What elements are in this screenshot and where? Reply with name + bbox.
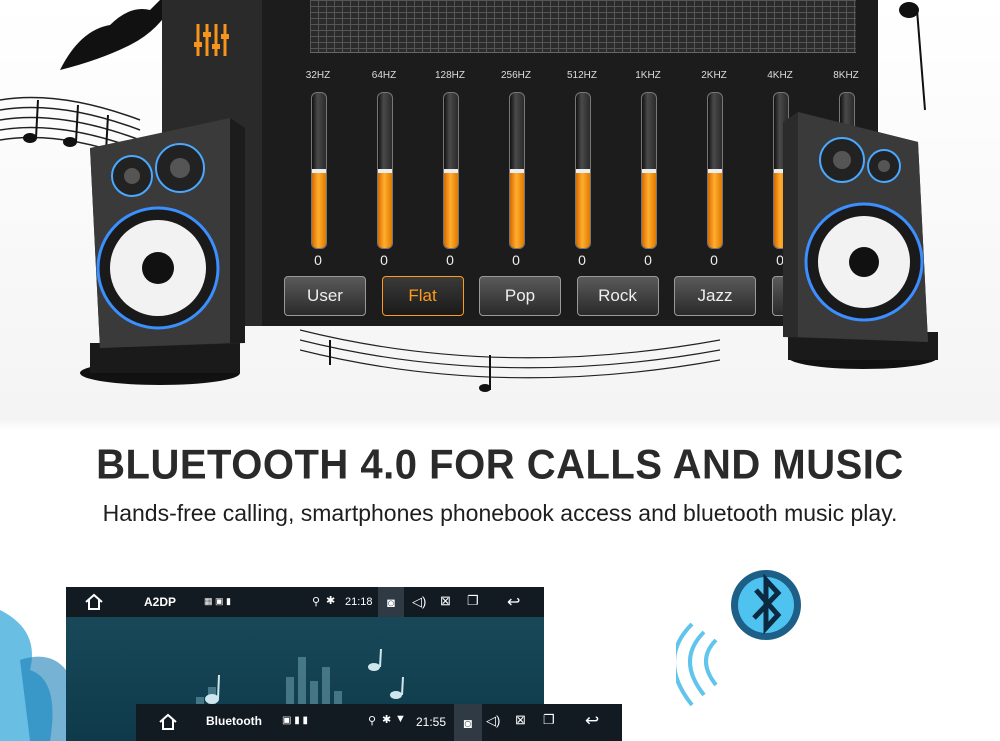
eq-band[interactable]: 128HZ 0 <box>420 70 480 270</box>
eq-band-frequency-label: 512HZ <box>566 70 597 81</box>
volume-icon[interactable]: ◁) <box>412 594 426 610</box>
eq-band-knob[interactable] <box>642 168 656 173</box>
eq-band-slider[interactable] <box>443 92 459 249</box>
eq-band-value: 0 <box>578 252 586 268</box>
eq-band-knob[interactable] <box>708 168 722 173</box>
eq-band[interactable]: 256HZ 0 <box>486 70 546 270</box>
eq-band-frequency-label: 256HZ <box>500 70 531 81</box>
eq-band[interactable]: 64HZ 0 <box>354 70 414 270</box>
eq-band-value: 0 <box>644 252 652 268</box>
home-icon[interactable] <box>158 713 178 731</box>
eq-band-frequency-label: 32HZ <box>305 70 331 81</box>
eq-band-frequency-label: 64HZ <box>371 70 397 81</box>
eq-band-fill <box>708 170 722 248</box>
status-bar: Bluetooth ▣ ▮ ▮ ⚲ ✱ ▼ 21:55 ◙ ◁) ⊠ ❐ ↩ <box>136 704 622 741</box>
eq-band-value: 0 <box>512 252 520 268</box>
screen-title: A2DP <box>144 595 177 609</box>
back-icon[interactable]: ↩ <box>585 711 599 731</box>
close-box-icon[interactable]: ⊠ <box>515 712 526 728</box>
location-icon: ⚲ <box>312 596 321 608</box>
subheadline: Hands-free calling, smartphones phoneboo… <box>102 500 898 526</box>
clock: 21:55 <box>416 715 447 729</box>
preset-button-jazz[interactable]: Jazz <box>674 276 756 316</box>
camera-icon[interactable]: ◙ <box>378 587 404 617</box>
close-box-icon[interactable]: ⊠ <box>440 593 451 609</box>
bluetooth-icon: ✱ <box>326 595 336 607</box>
bluetooth-icon: ✱ <box>382 714 392 726</box>
eq-band-value: 0 <box>314 252 322 268</box>
eq-band-knob[interactable] <box>444 168 458 173</box>
eq-band[interactable]: 32HZ 0 <box>288 70 348 270</box>
staff-lines-decoration <box>300 329 720 392</box>
home-icon[interactable] <box>84 593 104 611</box>
screen-title: Bluetooth <box>206 714 262 728</box>
eq-band-fill <box>378 170 392 248</box>
bluetooth-screen: Bluetooth ▣ ▮ ▮ ⚲ ✱ ▼ 21:55 ◙ ◁) ⊠ ❐ ↩ <box>136 704 622 741</box>
window-icon[interactable]: ❐ <box>543 712 555 728</box>
preset-button-rock[interactable]: Rock <box>576 276 659 316</box>
notification-icons: ▦ ▣ ▮ <box>204 596 231 606</box>
notification-icons: ▣ ▮ ▮ <box>282 715 309 726</box>
music-note-decoration <box>899 2 926 111</box>
eq-band-slider[interactable] <box>641 92 657 249</box>
equalizer-icon[interactable] <box>192 22 232 58</box>
eq-band-value: 0 <box>380 252 388 268</box>
preset-button-flat[interactable]: Flat <box>381 276 464 316</box>
left-speaker-image <box>80 118 245 385</box>
eq-band[interactable]: 2KHZ 0 <box>684 70 744 270</box>
eq-band-frequency-label: 4KHZ <box>767 70 793 81</box>
location-icon: ⚲ <box>368 715 377 727</box>
eq-band-knob[interactable] <box>510 168 524 173</box>
clock: 21:18 <box>345 596 373 608</box>
preset-button-pop[interactable]: Pop <box>479 276 561 316</box>
eq-band-fill <box>312 170 326 248</box>
window-icon[interactable]: ❐ <box>467 593 479 609</box>
back-icon[interactable]: ↩ <box>507 592 520 612</box>
eq-band-frequency-label: 2KHZ <box>701 70 727 81</box>
eq-band-fill <box>444 170 458 248</box>
eq-band-fill <box>576 170 590 248</box>
eq-band[interactable]: 512HZ 0 <box>552 70 612 270</box>
eq-band[interactable]: 1KHZ 0 <box>618 70 678 270</box>
eq-band-slider[interactable] <box>575 92 591 249</box>
eq-band-slider[interactable] <box>707 92 723 249</box>
eq-band-frequency-label: 1KHZ <box>635 70 661 81</box>
eq-band-value: 0 <box>446 252 454 268</box>
eq-band-slider[interactable] <box>509 92 525 249</box>
eq-band-frequency-label: 128HZ <box>434 70 465 81</box>
equalizer-curve-grid <box>310 0 856 53</box>
eq-band-frequency-label: 8KHZ <box>833 70 859 81</box>
eq-band-fill <box>510 170 524 248</box>
volume-icon[interactable]: ◁) <box>486 713 500 729</box>
status-bar: A2DP ▦ ▣ ▮ ⚲ ✱ 21:18 ◙ ◁) ⊠ ❐ ↩ <box>66 587 544 617</box>
eq-band-slider[interactable] <box>311 92 327 249</box>
bluetooth-logo-decoration <box>676 570 801 707</box>
wifi-icon: ▼ <box>395 713 406 725</box>
equalizer-panel: 32HZ 0 64HZ 0 128HZ 0 256HZ 0 512HZ 0 1KHZ 0 2KHZ 0 4K… <box>162 0 878 326</box>
eq-band-value: 0 <box>710 252 718 268</box>
right-speaker-image <box>783 112 938 369</box>
eq-band-knob[interactable] <box>378 168 392 173</box>
silhouette-decoration <box>60 0 175 70</box>
preset-button-user[interactable]: User <box>284 276 366 316</box>
camera-icon[interactable]: ◙ <box>454 704 482 741</box>
eq-band-slider[interactable] <box>377 92 393 249</box>
eq-band-knob[interactable] <box>576 168 590 173</box>
eq-band-fill <box>642 170 656 248</box>
product-banner: 32HZ 0 64HZ 0 128HZ 0 256HZ 0 512HZ 0 1KHZ 0 2KHZ 0 4K… <box>0 0 1000 741</box>
eq-band-knob[interactable] <box>312 168 326 173</box>
headline: BLUETOOTH 4.0 FOR CALLS AND MUSIC <box>96 441 904 489</box>
